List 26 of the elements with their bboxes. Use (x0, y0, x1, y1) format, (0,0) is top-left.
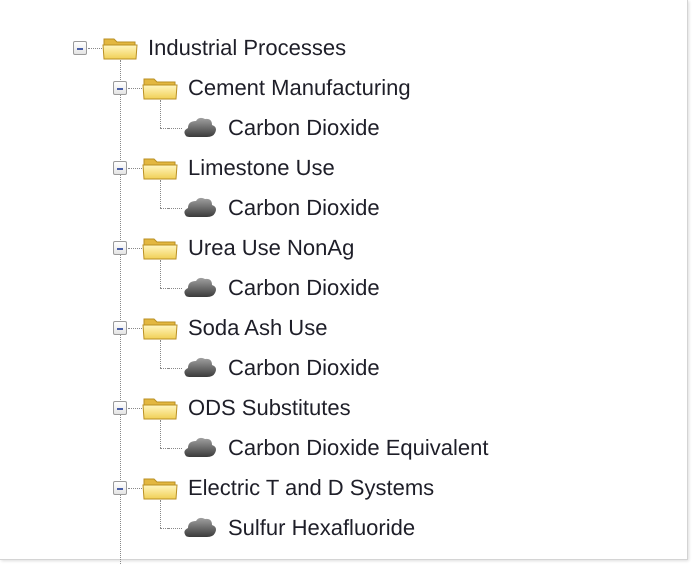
tree-item-label[interactable]: Soda Ash Use (188, 315, 328, 341)
collapse-button[interactable] (113, 401, 127, 415)
tree-item-label[interactable]: Carbon Dioxide Equivalent (228, 435, 488, 461)
cloud-icon (182, 116, 218, 140)
collapse-button[interactable] (113, 81, 127, 95)
tree-item-label[interactable]: Carbon Dioxide (228, 355, 380, 381)
cloud-icon (182, 196, 218, 220)
collapse-button[interactable] (113, 481, 127, 495)
tree-item-label[interactable]: ODS Substitutes (188, 395, 351, 421)
tree-item-label[interactable]: Urea Use NonAg (188, 235, 354, 261)
collapse-button[interactable] (113, 321, 127, 335)
cloud-icon (182, 356, 218, 380)
tree-item-label[interactable]: Sulfur Hexafluoride (228, 515, 416, 541)
collapse-button[interactable] (113, 241, 127, 255)
tree-item-label[interactable]: Carbon Dioxide (228, 115, 380, 141)
cloud-icon (182, 276, 218, 300)
cloud-icon (182, 516, 218, 540)
tree-item-label[interactable]: Carbon Dioxide (228, 275, 380, 301)
tree-item-label[interactable]: Industrial Processes (148, 35, 346, 61)
collapse-button[interactable] (113, 161, 127, 175)
tree-item-label[interactable]: Limestone Use (188, 155, 335, 181)
collapse-button[interactable] (73, 41, 87, 55)
tree-item-label[interactable]: Electric T and D Systems (188, 475, 434, 501)
tree-item-label[interactable]: Carbon Dioxide (228, 195, 380, 221)
cloud-icon (182, 436, 218, 460)
tree-item-label[interactable]: Cement Manufacturing (188, 75, 411, 101)
